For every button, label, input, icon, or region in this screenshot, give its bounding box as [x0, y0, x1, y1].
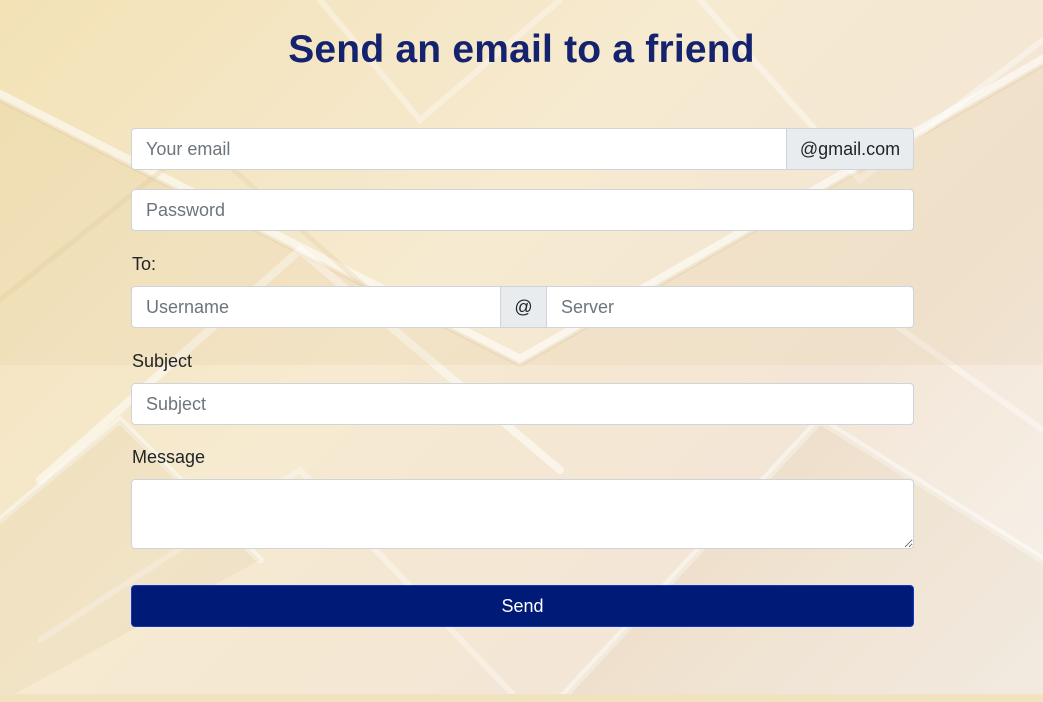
server-input[interactable]: [546, 286, 914, 328]
at-symbol-addon: @: [500, 286, 547, 328]
message-label: Message: [132, 447, 206, 467]
username-input[interactable]: [131, 286, 501, 328]
subject-input[interactable]: [131, 383, 914, 425]
password-input[interactable]: [131, 189, 914, 231]
page-title: Send an email to a friend: [288, 28, 755, 71]
page: Send an email to a friend @gmail.com To:…: [0, 0, 1043, 702]
email-input[interactable]: [131, 128, 787, 170]
subject-label: Subject: [132, 351, 193, 371]
message-textarea[interactable]: [131, 479, 914, 549]
bottom-strip: [0, 694, 1043, 702]
to-label: To:: [132, 254, 157, 274]
send-button[interactable]: Send: [131, 585, 914, 627]
email-domain-addon: @gmail.com: [786, 128, 914, 170]
